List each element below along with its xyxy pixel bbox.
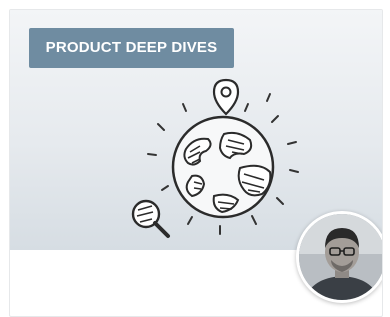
globe-icon <box>171 115 275 219</box>
content-card[interactable]: PRODUCT DEEP DIVES <box>9 9 383 317</box>
map-pin-icon <box>212 78 240 116</box>
globe-illustration-icon <box>131 78 299 238</box>
category-tag[interactable]: PRODUCT DEEP DIVES <box>29 28 234 68</box>
person-avatar-icon <box>299 214 382 300</box>
magnifier-icon <box>131 199 170 238</box>
author-avatar[interactable] <box>296 211 382 303</box>
